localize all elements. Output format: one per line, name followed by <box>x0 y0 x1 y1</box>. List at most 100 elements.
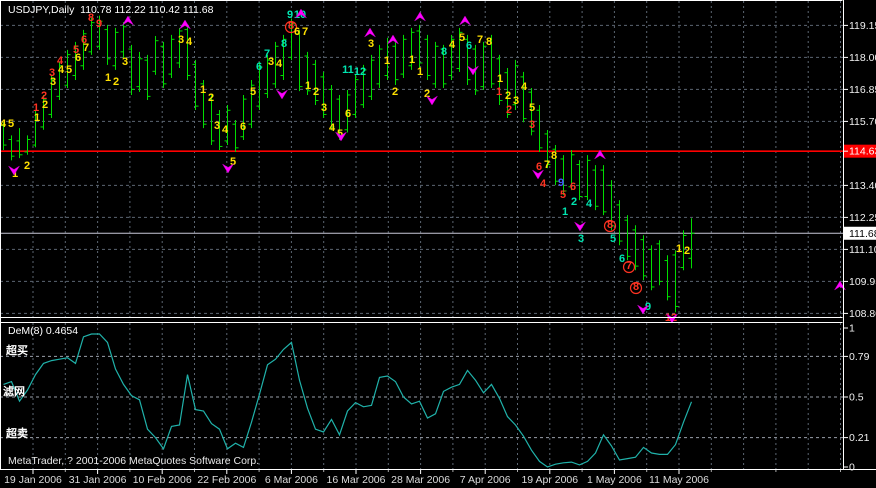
count-number: 5 <box>66 64 72 76</box>
date-axis-label: 16 Mar 2006 <box>327 474 386 486</box>
count-number: 4 <box>222 124 229 136</box>
price-axis-label: 118.00 <box>849 52 876 64</box>
indicator-label: DeM(8) 0.4654 <box>8 325 78 337</box>
count-number: 6 <box>240 121 246 133</box>
count-number: 8 <box>633 281 639 293</box>
price-axis: 119.15 118.00 116.85 115.70 113.40 112.25 111.… <box>844 20 876 474</box>
count-number: 4 <box>0 118 7 130</box>
price-axis-label: 119.15 <box>849 20 876 32</box>
arrow-down-icon <box>427 96 438 105</box>
count-number: 1 <box>384 55 390 67</box>
count-number: 5 <box>560 189 566 201</box>
count-number: 6 <box>75 52 81 64</box>
price-axis-label: 108.80 <box>849 308 876 320</box>
arrow-up-icon <box>365 28 376 37</box>
count-number: 1 <box>497 73 503 85</box>
count-number: 7 <box>83 42 89 54</box>
count-annotations: 4512112233445566789123341234565673489108… <box>0 9 690 324</box>
level-label-oversold: 超卖 <box>6 425 28 441</box>
price-axis-label: 116.85 <box>849 84 876 96</box>
level-label-overbought: 超买 <box>6 342 28 358</box>
count-number: 1 <box>676 243 682 255</box>
price-axis-label: 112.25 <box>849 212 876 224</box>
level-label-filter: 滤网 <box>3 383 25 399</box>
chart-canvas[interactable]: 4512112233445566789123341234565673489108… <box>0 0 876 488</box>
copyright-text: MetaTrader, ? 2001-2006 MetaQuotes Softw… <box>8 455 259 467</box>
count-number: 6 <box>256 61 262 73</box>
date-axis-label: 22 Feb 2006 <box>197 474 256 486</box>
date-axis-label: 7 Apr 2006 <box>460 474 511 486</box>
count-number: 2 <box>313 86 319 98</box>
count-number: 5 <box>250 86 256 98</box>
arrow-up-icon <box>460 16 471 25</box>
count-number: 1 <box>305 80 311 92</box>
count-number: 3 <box>178 34 184 46</box>
count-number: 4 <box>521 81 528 93</box>
date-axis-label: 28 Mar 2006 <box>391 474 450 486</box>
date-axis-label: 10 Feb 2006 <box>133 474 192 486</box>
count-number: 1 <box>409 54 415 66</box>
chart-title: USDJPY,Daily 110.78 112.22 110.42 111.68 <box>8 4 213 16</box>
count-number: 4 <box>540 178 547 190</box>
price-axis-label: 109.95 <box>849 276 876 288</box>
count-number: 1 <box>105 72 111 84</box>
count-number: 8 <box>607 219 613 231</box>
count-number: 8 <box>551 150 557 162</box>
price-axis-label: 115.70 <box>849 116 876 128</box>
count-number: 2 <box>392 86 398 98</box>
count-number: 3 <box>214 120 220 132</box>
count-number: 4 <box>586 198 593 210</box>
date-axis-label: 6 Mar 2006 <box>265 474 318 486</box>
count-number: 6 <box>294 26 300 38</box>
count-number: 2 <box>571 196 577 208</box>
count-number: 7 <box>477 34 483 46</box>
count-number: 6 <box>570 181 576 193</box>
price-axis-label: 113.40 <box>849 180 876 192</box>
time-axis: 19 Jan 2006 31 Jan 2006 10 Feb 2006 22 Feb … <box>4 470 840 486</box>
count-number: 3 <box>513 95 519 107</box>
count-number: 3 <box>578 233 584 245</box>
arrow-down-icon <box>575 222 586 231</box>
arrow-up-icon <box>388 35 399 44</box>
count-number: 11 <box>342 64 354 76</box>
count-number: 4 <box>58 64 65 76</box>
dem-line <box>4 334 692 467</box>
count-number: 2 <box>208 92 214 104</box>
indicator-axis-label: 0.5 <box>849 392 864 404</box>
arrow-down-icon <box>223 164 234 173</box>
arrow-down-icon <box>277 90 288 99</box>
arrow-down-icon <box>468 66 479 75</box>
count-number: 2 <box>506 104 512 116</box>
count-number: 5 <box>8 118 14 130</box>
count-number: 8 <box>486 36 492 48</box>
count-number: 5 <box>529 102 535 114</box>
count-number: 2 <box>684 245 690 257</box>
count-number: 7 <box>302 26 308 38</box>
count-number: 3 <box>529 119 535 131</box>
count-number: 1 <box>417 66 423 78</box>
count-number: 1 <box>496 86 502 98</box>
count-number: 4 <box>276 58 283 70</box>
count-number: 3 <box>268 56 274 68</box>
count-number: 8 <box>281 38 287 50</box>
count-number: 7 <box>626 260 632 272</box>
count-number: 8 <box>441 46 447 58</box>
arrow-up-icon <box>180 20 191 29</box>
date-axis-label: 19 Apr 2006 <box>521 474 578 486</box>
indicator-axis-label: 1 <box>849 323 855 335</box>
date-axis-label: 19 Jan 2006 <box>4 474 62 486</box>
horizontal-lines <box>0 151 843 233</box>
date-axis-label: 31 Jan 2006 <box>69 474 127 486</box>
count-number: 2 <box>24 160 30 172</box>
count-number: 1 <box>562 206 568 218</box>
date-axis-label: 11 May 2006 <box>649 474 709 486</box>
count-number: 3 <box>122 56 128 68</box>
indicator-axis-label: 0 <box>849 462 855 474</box>
arrow-up-icon <box>123 16 134 25</box>
count-number: 5 <box>459 32 465 44</box>
count-number: 5 <box>610 233 616 245</box>
dem-indicator-line <box>4 334 692 467</box>
count-number: 1 <box>34 112 40 124</box>
price-axis-label: 111.68 <box>849 228 876 240</box>
count-number: 7 <box>544 159 550 171</box>
